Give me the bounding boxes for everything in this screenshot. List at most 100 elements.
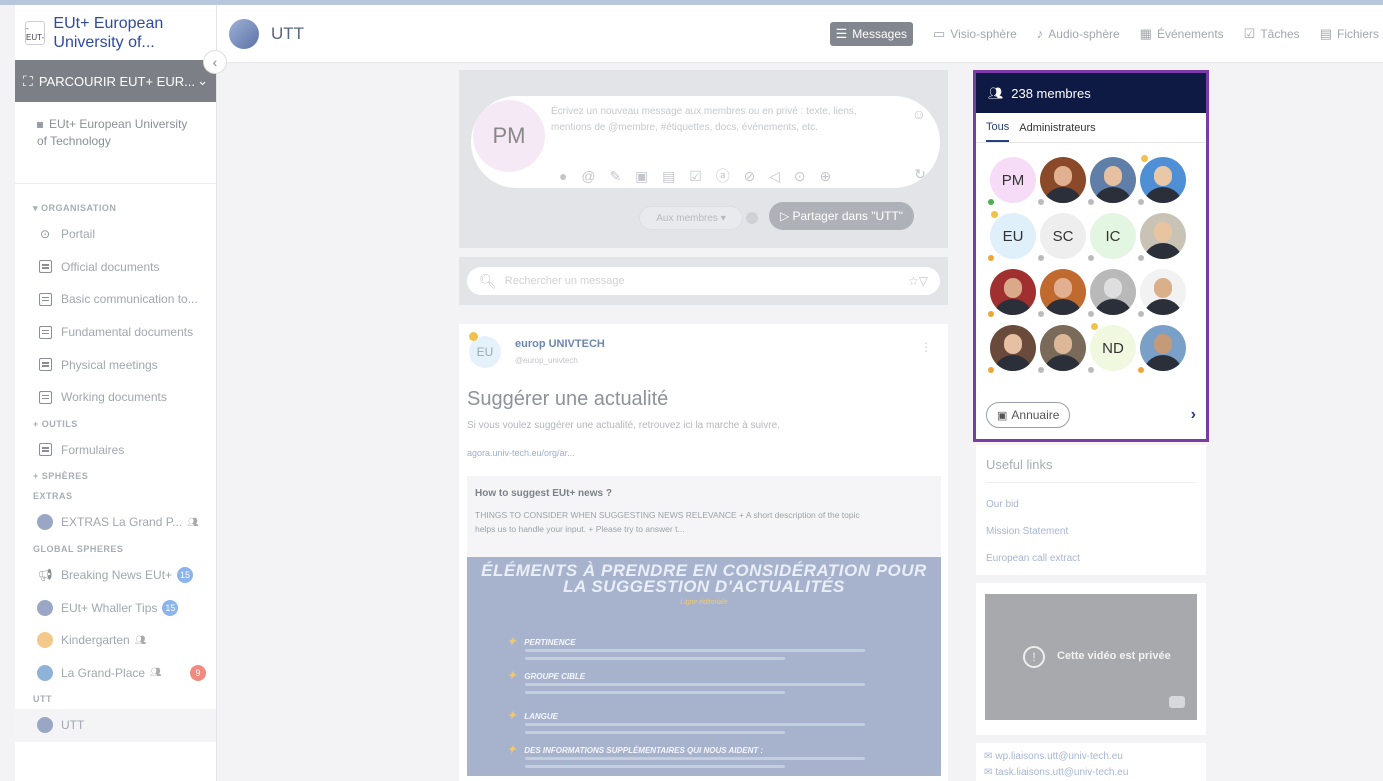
sidebar-item[interactable]: UTT	[15, 709, 216, 742]
refresh-icon[interactable]: ↻	[914, 166, 926, 183]
preview-image-item-label: LANGUE	[524, 712, 558, 721]
org-name[interactable]: EUt+ European University of...	[53, 14, 206, 52]
document-icon	[37, 357, 53, 373]
sidebar-item[interactable]: 📢︎ Breaking News EUt+ 15	[15, 559, 216, 592]
avatar: IC	[1090, 213, 1136, 259]
search-box[interactable]: 🔍︎ ☆▽	[467, 267, 940, 295]
sidebar-item-label: Kindergarten	[61, 633, 130, 648]
sidebar-item[interactable]: EXTRAS La Grand P... 👥︎	[15, 506, 216, 539]
status-dot	[1138, 199, 1144, 205]
useful-link[interactable]: Mission Statement	[986, 518, 1196, 545]
sidebar-item-label: Portail	[61, 227, 96, 242]
status-dot	[988, 367, 994, 373]
sidebar-item-label: UTT	[61, 718, 85, 733]
body-shape	[1093, 187, 1133, 203]
member-avatar[interactable]	[1038, 269, 1086, 317]
search-input[interactable]	[504, 275, 908, 287]
org-current-item[interactable]: EUt+ European University of Technology	[15, 102, 216, 184]
org-header[interactable]: -EUT- EUt+ European University of...	[15, 5, 216, 60]
members-widget: 👥︎ 238 membres Tous Administrateurs PM EU…	[973, 70, 1209, 442]
directory-button[interactable]: ▣ Annuaire	[986, 402, 1071, 428]
email-address: wp.liaisons.utt@univ-tech.eu	[995, 751, 1123, 762]
filter-icon[interactable]: ☆▽	[908, 274, 928, 288]
sidebar-item-label: Physical meetings	[61, 357, 158, 372]
member-avatar[interactable]	[1088, 269, 1136, 317]
tab-visiosphre[interactable]: ▭ Visio-sphère	[933, 26, 1017, 42]
sidebar-item[interactable]: Formulaires	[15, 434, 216, 467]
message-composer: PM Écrivez un nouveau message aux membre…	[459, 70, 948, 248]
face-shape	[1154, 278, 1172, 298]
member-avatar[interactable]: EU	[988, 210, 1036, 261]
audience-select[interactable]: Aux membres ▾	[639, 206, 743, 230]
sidebar-item[interactable]: Kindergarten 👥︎	[15, 624, 216, 657]
more-options-icon[interactable]: ⋮	[920, 340, 932, 354]
member-avatar[interactable]: SC	[1038, 213, 1086, 261]
post-card: EU europ UNIVTECH @europ_univtech ⋮ Sugg…	[459, 324, 948, 781]
section-outils[interactable]: + OUTILS	[15, 414, 216, 434]
status-dot	[1138, 255, 1144, 261]
sphere-icon	[37, 717, 53, 734]
composer-placeholder[interactable]: Écrivez un nouveau message aux membres o…	[551, 104, 871, 136]
member-avatar[interactable]: PM	[988, 157, 1036, 205]
chevron-right-icon[interactable]: ›	[1191, 406, 1196, 424]
email-link[interactable]: ✉ wp.liaisons.utt@univ-tech.eu	[984, 749, 1198, 765]
body-shape	[1043, 187, 1083, 203]
section-organisation[interactable]: ▾ ORGANISATION	[15, 198, 216, 218]
sphere-icon	[37, 514, 53, 531]
sidebar-item[interactable]: Physical meetings	[15, 348, 216, 381]
member-avatar[interactable]: IC	[1088, 213, 1136, 261]
help-icon[interactable]	[746, 212, 758, 224]
member-avatar[interactable]: ND	[1088, 322, 1136, 373]
document-icon	[37, 324, 53, 340]
link-preview[interactable]: How to suggest EUt+ news ? THINGS TO CON…	[467, 476, 941, 776]
member-avatar[interactable]	[1038, 157, 1086, 205]
tab-tches[interactable]: ☑ Tâches	[1244, 26, 1300, 42]
member-avatar[interactable]	[1038, 325, 1086, 373]
tab-audiosphre[interactable]: ♪ Audio-sphère	[1037, 26, 1120, 41]
section-extras: EXTRAS	[15, 486, 216, 506]
member-avatar[interactable]	[1138, 325, 1186, 373]
tab-fichiers[interactable]: ▤ Fichiers	[1320, 26, 1379, 42]
post-author[interactable]: europ UNIVTECH	[515, 338, 605, 350]
useful-link[interactable]: Our bid	[986, 491, 1196, 518]
tab-administrators[interactable]: Administrateurs	[1019, 115, 1095, 141]
tab-all-members[interactable]: Tous	[986, 114, 1010, 142]
browse-org-button[interactable]: ⛶ PARCOURIR EUT+ EUR... ⌄	[15, 60, 216, 102]
sidebar-item[interactable]: ⊙ Portail	[15, 218, 216, 251]
useful-links-widget: Useful links Our bid Mission Statement Eur…	[976, 445, 1206, 575]
chevron-down-icon[interactable]: ⌄	[197, 73, 208, 89]
emoji-icon[interactable]: ☺	[912, 106, 926, 122]
admin-star-icon	[1090, 322, 1099, 331]
member-avatar[interactable]	[988, 325, 1036, 373]
member-avatar[interactable]	[988, 269, 1036, 317]
share-button[interactable]: ▷ Partager dans "UTT"	[769, 202, 914, 230]
avatar	[1140, 269, 1186, 315]
sidebar-item[interactable]: La Grand-Place 👥︎ 9	[15, 657, 216, 690]
member-avatar[interactable]	[1088, 157, 1136, 205]
tab-vnements[interactable]: ▦ Événements	[1140, 26, 1224, 42]
tab-label: Événements	[1156, 26, 1224, 41]
member-avatar[interactable]	[1138, 154, 1186, 205]
youtube-icon[interactable]	[1169, 696, 1185, 708]
preview-image-subtitle: Ligne éditoriale	[680, 599, 728, 606]
admin-star-icon	[469, 332, 478, 341]
composer-attachment-icons[interactable]: ● @ ✎ ▣ ▤ ☑ ⓐ ⊘ ◁ ⊙ ⊕	[559, 166, 836, 186]
sidebar-item[interactable]: Official documents	[15, 251, 216, 284]
useful-link[interactable]: European call extract	[986, 545, 1196, 572]
email-link[interactable]: ✉ task.liaisons.utt@univ-tech.eu	[984, 765, 1198, 781]
member-avatar[interactable]	[1138, 269, 1186, 317]
video-private-message: Cette vidéo est privée	[1057, 650, 1171, 662]
face-shape	[1154, 222, 1172, 242]
member-avatar[interactable]	[1138, 213, 1186, 261]
section-spheres[interactable]: + SPHÈRES	[15, 466, 216, 486]
collapse-sidebar-button[interactable]: ‹	[203, 50, 227, 74]
video-player[interactable]: ! Cette vidéo est privée	[985, 594, 1197, 720]
body-shape	[1143, 243, 1183, 259]
sidebar-item[interactable]: EUt+ Whaller Tips 15	[15, 591, 216, 624]
sidebar-item[interactable]: Working documents	[15, 381, 216, 414]
tab-messages[interactable]: ☰ Messages	[829, 21, 913, 46]
sidebar-item[interactable]: Fundamental documents	[15, 316, 216, 349]
sidebar-item[interactable]: Basic communication to...	[15, 283, 216, 316]
post-description: Si vous voulez suggérer une actualité, r…	[467, 420, 780, 431]
post-link[interactable]: agora.univ-tech.eu/org/ar...	[467, 448, 575, 458]
